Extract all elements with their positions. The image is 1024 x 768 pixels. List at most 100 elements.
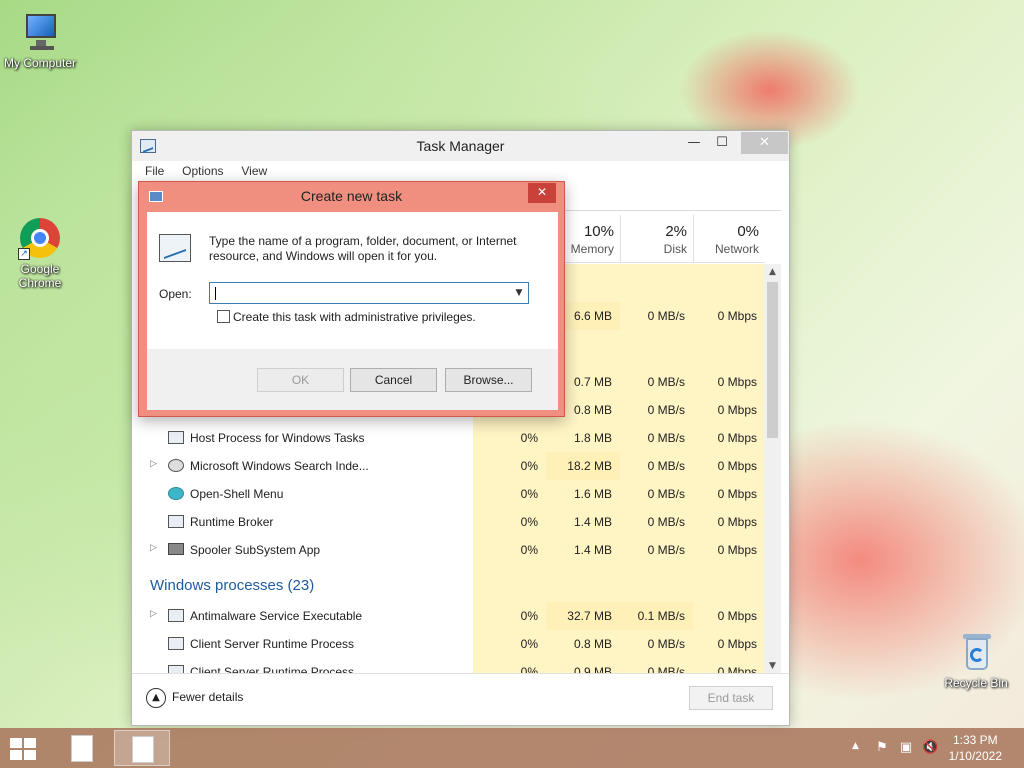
expand-chevron-icon[interactable]: ▷ — [150, 609, 157, 619]
network-percent: 0% — [737, 223, 759, 240]
scroll-up-icon[interactable]: ▲ — [764, 264, 781, 280]
clock-date: 1/10/2022 — [948, 749, 1002, 763]
disk-percent: 2% — [665, 223, 687, 240]
cpu-cell: 0% — [520, 665, 538, 674]
menu-options[interactable]: Options — [175, 161, 230, 181]
desktop-icon-my-computer[interactable]: My Computer — [0, 10, 80, 70]
cpu-cell: 0% — [520, 431, 538, 445]
disk-cell: 0 MB/s — [647, 403, 685, 417]
disk-label: Disk — [663, 242, 687, 256]
desktop-icon-label: Recycle Bin — [944, 676, 1008, 690]
network-cell: 0 Mbps — [717, 403, 757, 417]
network-cell: 0 Mbps — [717, 487, 757, 501]
table-row[interactable]: Client Server Runtime Process 0% 0.9 MB … — [138, 658, 765, 674]
network-cell: 0 Mbps — [717, 637, 757, 651]
network-cell: 0 Mbps — [717, 665, 757, 674]
desktop-icon-label: Google Chrome — [18, 262, 62, 290]
admin-privileges-checkbox[interactable] — [217, 310, 230, 323]
open-input[interactable] — [214, 285, 504, 301]
chevron-down-icon[interactable]: ▼ — [512, 285, 526, 301]
text-caret — [215, 287, 216, 300]
browse-button[interactable]: Browse... — [445, 368, 532, 392]
process-name: Client Server Runtime Process — [190, 637, 355, 651]
table-row[interactable]: Client Server Runtime Process 0% 0.8 MB … — [138, 630, 765, 658]
network-cell: 0 Mbps — [717, 375, 757, 389]
expand-chevron-icon[interactable]: ▷ — [150, 459, 157, 469]
close-button[interactable]: ✕ — [741, 132, 788, 154]
taskbar-button-task-manager[interactable] — [114, 730, 170, 766]
memory-cell: 1.6 MB — [573, 487, 612, 501]
memory-cell: 0.9 MB — [573, 665, 612, 674]
fewer-details-link[interactable]: Fewer details — [172, 690, 243, 704]
open-label: Open: — [159, 287, 192, 301]
memory-cell: 32.7 MB — [546, 602, 620, 630]
table-row[interactable]: ▷ Microsoft Windows Search Inde... 0% 18… — [138, 452, 765, 480]
minimize-button[interactable]: — — [679, 132, 709, 154]
action-center-flag-icon[interactable]: ⚑ — [874, 740, 890, 756]
memory-cell: 0.8 MB — [573, 637, 612, 651]
table-row[interactable]: ▷ Spooler SubSystem App 0% 1.4 MB 0 MB/s… — [138, 536, 765, 564]
process-name: Runtime Broker — [190, 515, 274, 529]
disk-cell: 0 MB/s — [647, 665, 685, 674]
network-icon[interactable]: ▣ — [898, 740, 914, 756]
menu-view[interactable]: View — [234, 161, 274, 181]
table-row[interactable]: Open-Shell Menu 0% 1.6 MB 0 MB/s 0 Mbps — [138, 480, 765, 508]
cpu-cell: 0% — [520, 543, 538, 557]
printer-icon — [168, 543, 184, 555]
scroll-down-icon[interactable]: ▼ — [764, 658, 781, 674]
table-row[interactable]: Runtime Broker 0% 1.4 MB 0 MB/s 0 Mbps — [138, 508, 765, 536]
dialog-close-button[interactable]: ✕ — [528, 183, 556, 203]
task-manager-icon — [159, 234, 191, 262]
group-header-row[interactable]: Windows processes (23) — [138, 570, 765, 602]
cpu-cell: 0% — [520, 609, 538, 623]
maximize-button[interactable]: ☐ — [707, 132, 737, 154]
desktop-icon-label: My Computer — [3, 56, 77, 70]
network-cell: 0 Mbps — [717, 543, 757, 557]
chevron-up-icon[interactable]: ▲ — [146, 688, 166, 708]
cancel-button[interactable]: Cancel — [350, 368, 437, 392]
menu-file[interactable]: File — [138, 161, 171, 181]
open-combobox[interactable]: ▼ — [209, 282, 529, 304]
vertical-scrollbar[interactable]: ▲ ▼ — [764, 264, 781, 674]
desktop-icon-google-chrome[interactable]: ↗ Google Chrome — [0, 216, 80, 290]
group-title-windows-processes: Windows processes (23) — [150, 577, 315, 594]
search-indexer-icon — [168, 459, 184, 472]
volume-muted-icon[interactable]: 🔇 — [922, 740, 938, 756]
process-name: Microsoft Windows Search Inde... — [190, 459, 369, 473]
process-name: Spooler SubSystem App — [190, 543, 321, 557]
ok-button[interactable]: OK — [257, 368, 344, 392]
network-label: Network — [714, 242, 759, 256]
taskbar: ▲ ⚑ ▣ 🔇 1:33 PM 1/10/2022 — [0, 728, 1024, 768]
taskbar-button-document[interactable] — [54, 730, 110, 766]
admin-privileges-label[interactable]: Create this task with administrative pri… — [233, 310, 476, 324]
network-cell: 0 Mbps — [717, 609, 757, 623]
desktop-icon-recycle-bin[interactable]: Recycle Bin — [936, 630, 1016, 690]
disk-cell: 0 MB/s — [647, 637, 685, 651]
memory-cell: 1.4 MB — [573, 515, 612, 529]
network-cell: 0 Mbps — [717, 459, 757, 473]
scrollbar-thumb[interactable] — [767, 282, 778, 438]
memory-cell: 1.8 MB — [573, 431, 612, 445]
column-disk[interactable]: 2% Disk — [620, 215, 693, 263]
recycle-bin-icon — [954, 630, 998, 674]
shell-icon — [168, 487, 184, 500]
process-name: Open-Shell Menu — [190, 487, 284, 501]
document-icon — [132, 736, 154, 763]
table-row[interactable]: Host Process for Windows Tasks 0% 1.8 MB… — [138, 424, 765, 452]
start-button[interactable] — [10, 738, 38, 760]
title-bar[interactable]: Task Manager — ☐ ✕ — [132, 131, 789, 161]
create-new-task-dialog: Create new task ✕ Type the name of a pro… — [138, 181, 565, 417]
table-row[interactable]: ▷ Antimalware Service Executable 0% 32.7… — [138, 602, 765, 630]
cpu-cell: 0% — [520, 487, 538, 501]
disk-cell: 0 MB/s — [647, 487, 685, 501]
end-task-button[interactable]: End task — [689, 686, 773, 710]
disk-cell: 0 MB/s — [647, 543, 685, 557]
clock-time: 1:33 PM — [952, 733, 998, 747]
dialog-body: Type the name of a program, folder, docu… — [147, 212, 558, 410]
disk-cell: 0.1 MB/s — [620, 602, 693, 630]
disk-cell: 0 MB/s — [647, 375, 685, 389]
system-clock[interactable]: 1:33 PM 1/10/2022 — [949, 732, 1002, 764]
expand-chevron-icon[interactable]: ▷ — [150, 543, 157, 553]
show-hidden-icons-icon[interactable]: ▲ — [852, 741, 859, 751]
column-network[interactable]: 0% Network — [693, 215, 765, 263]
